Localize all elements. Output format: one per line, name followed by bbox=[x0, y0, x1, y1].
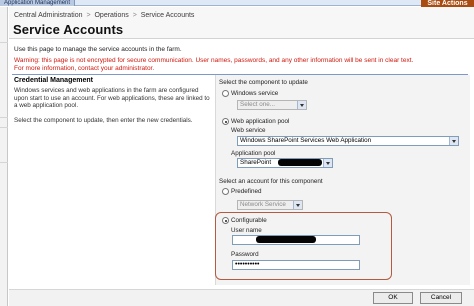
breadcrumb-current: Service Accounts bbox=[140, 12, 195, 19]
section-title: Credential Management bbox=[14, 77, 93, 84]
username-label: User name bbox=[231, 227, 262, 234]
breadcrumb-separator: > bbox=[86, 12, 91, 19]
web-service-select[interactable]: Windows SharePoint Services Web Applicat… bbox=[237, 136, 459, 146]
breadcrumb-separator: > bbox=[132, 12, 137, 19]
page-intro: Use this page to manage the service acco… bbox=[14, 46, 182, 53]
chevron-down-icon bbox=[323, 159, 332, 167]
windows-service-radio[interactable] bbox=[222, 90, 229, 97]
warning-line: For more information, contact your admin… bbox=[14, 65, 155, 72]
predefined-radio[interactable] bbox=[222, 188, 229, 195]
app-pool-label: Application pool bbox=[231, 150, 276, 157]
account-heading: Select an account for this component bbox=[219, 178, 323, 185]
web-service-label: Web service bbox=[231, 127, 266, 134]
left-nav-divider bbox=[0, 162, 8, 163]
cancel-button[interactable]: Cancel bbox=[420, 292, 462, 304]
warning-line: Warning: this page is not encrypted for … bbox=[14, 57, 414, 64]
left-nav bbox=[0, 7, 8, 306]
configurable-label: Configurable bbox=[231, 217, 267, 224]
breadcrumb-link-operations[interactable]: Operations bbox=[94, 12, 128, 19]
windows-service-selected: Select one... bbox=[240, 101, 276, 108]
app-tab[interactable]: Application Management bbox=[0, 0, 76, 6]
ok-button[interactable]: OK bbox=[373, 292, 413, 304]
security-warning: Warning: this page is not encrypted for … bbox=[14, 57, 470, 73]
web-app-pool-radio[interactable] bbox=[222, 118, 229, 125]
chevron-down-icon bbox=[293, 201, 302, 209]
predefined-selected: Network Service bbox=[240, 201, 286, 208]
web-app-pool-label: Web application pool bbox=[231, 118, 290, 125]
left-nav-divider bbox=[0, 117, 8, 118]
left-nav-divider bbox=[0, 127, 8, 128]
section-description: Windows services and web applications in… bbox=[14, 87, 210, 109]
password-field[interactable]: •••••••••• bbox=[232, 260, 360, 270]
section-instruction: Select the component to update, then ent… bbox=[14, 117, 193, 124]
chevron-down-icon bbox=[449, 137, 458, 145]
component-heading: Select the component to update bbox=[219, 79, 308, 86]
left-nav-divider bbox=[0, 42, 8, 43]
page-title: Service Accounts bbox=[13, 22, 124, 37]
predefined-label: Predefined bbox=[231, 188, 262, 195]
chevron-down-icon bbox=[297, 101, 306, 109]
password-label: Password bbox=[231, 251, 259, 258]
predefined-select[interactable]: Network Service bbox=[237, 200, 303, 210]
breadcrumb-link-central-administration[interactable]: Central Administration bbox=[14, 12, 82, 19]
web-service-selected: Windows SharePoint Services Web Applicat… bbox=[240, 137, 372, 144]
app-pool-selected: SharePoint bbox=[240, 159, 272, 166]
breadcrumb: Central Administration > Operations > Se… bbox=[14, 12, 194, 19]
windows-service-select[interactable]: Select one... bbox=[237, 100, 307, 110]
windows-service-label: Windows service bbox=[231, 90, 279, 97]
redaction-mark bbox=[278, 159, 322, 166]
redaction-mark bbox=[256, 236, 316, 243]
configurable-radio[interactable] bbox=[222, 217, 229, 224]
